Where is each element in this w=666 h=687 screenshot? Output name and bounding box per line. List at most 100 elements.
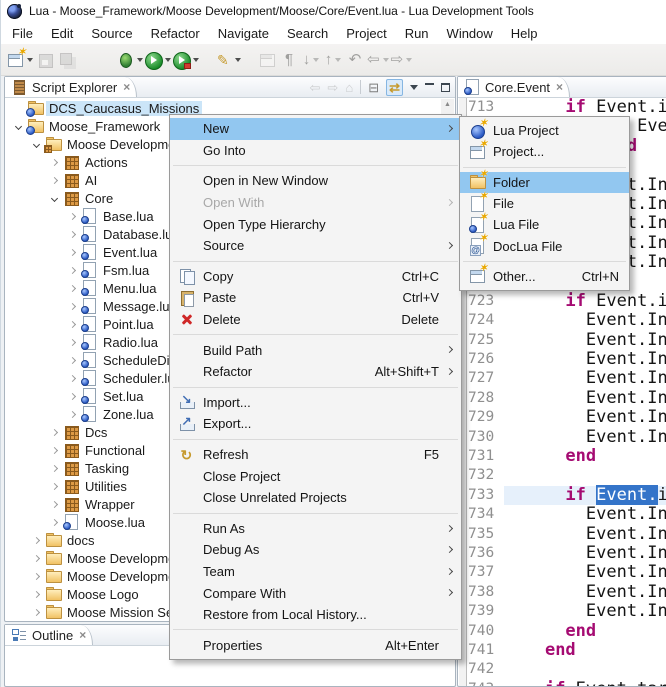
context-menu-item-open-type-hierarchy[interactable]: Open Type Hierarchy xyxy=(170,213,461,235)
expander-collapsed-icon[interactable] xyxy=(46,448,63,453)
context-menu-item-new[interactable]: New xyxy=(170,118,461,140)
forward-arrow-icon[interactable]: ⇨ xyxy=(327,81,338,94)
close-icon[interactable]: × xyxy=(123,80,130,94)
expander-expanded-icon[interactable] xyxy=(28,142,45,147)
code-line[interactable]: 730 Event.IniCategory = Event.IniDCSUnit… xyxy=(468,428,666,447)
menubar-item-file[interactable]: File xyxy=(3,24,42,43)
expander-collapsed-icon[interactable] xyxy=(64,322,81,327)
context-menu-item-import[interactable]: Import... xyxy=(170,392,461,414)
new-submenu-item-file[interactable]: File xyxy=(460,193,629,214)
close-icon[interactable]: × xyxy=(79,628,86,642)
context-menu-item-close-unrelated-projects[interactable]: Close Unrelated Projects xyxy=(170,487,461,509)
context-menu-item-build-path[interactable]: Build Path xyxy=(170,339,461,361)
expander-collapsed-icon[interactable] xyxy=(64,250,81,255)
back-button[interactable]: ⇦ xyxy=(367,48,389,72)
code-line[interactable]: 735 Event.IniDCSGroup = Event.IniDCSUnit… xyxy=(468,525,666,544)
expander-collapsed-icon[interactable] xyxy=(46,502,63,507)
code-line[interactable]: 739 Event.IniCoalition = Event.IniDCSUni… xyxy=(468,602,666,621)
previous-annotation-button[interactable]: ↑ xyxy=(323,48,343,72)
expander-collapsed-icon[interactable] xyxy=(46,484,63,489)
code-line[interactable]: 729 Event.IniCoalition = Event.IniDCSUni… xyxy=(468,408,666,427)
tab-script-explorer[interactable]: Script Explorer × xyxy=(5,77,137,97)
expander-collapsed-icon[interactable] xyxy=(64,412,81,417)
debug-button[interactable] xyxy=(117,48,143,72)
context-menu-item-paste[interactable]: PasteCtrl+V xyxy=(170,287,461,309)
new-wizard-button[interactable] xyxy=(7,48,33,72)
save-button[interactable] xyxy=(35,48,55,72)
expander-collapsed-icon[interactable] xyxy=(28,538,45,543)
expander-collapsed-icon[interactable] xyxy=(64,394,81,399)
maximize-icon[interactable] xyxy=(441,83,450,92)
expander-collapsed-icon[interactable] xyxy=(28,556,45,561)
code-line[interactable]: 732 xyxy=(468,466,666,485)
expander-collapsed-icon[interactable] xyxy=(64,358,81,363)
scroll-up-icon[interactable]: ▲ xyxy=(441,99,454,108)
context-menu-item-delete[interactable]: DeleteDelete xyxy=(170,309,461,331)
menubar-item-window[interactable]: Window xyxy=(438,24,502,43)
expander-collapsed-icon[interactable] xyxy=(46,520,63,525)
menubar-item-run[interactable]: Run xyxy=(396,24,438,43)
expander-collapsed-icon[interactable] xyxy=(46,430,63,435)
code-line[interactable]: 724 Event.IniDCSUnit = Event.initiator xyxy=(468,311,666,330)
back-arrow-icon[interactable]: ⇦ xyxy=(310,81,321,94)
context-menu-item-refactor[interactable]: RefactorAlt+Shift+T xyxy=(170,361,461,383)
expander-collapsed-icon[interactable] xyxy=(46,466,63,471)
context-menu-item-properties[interactable]: PropertiesAlt+Enter xyxy=(170,634,461,656)
save-all-button[interactable] xyxy=(57,48,77,72)
context-menu-item-restore-from-local-history[interactable]: Restore from Local History... xyxy=(170,604,461,626)
code-line[interactable]: 742 xyxy=(468,660,666,679)
forward-button[interactable]: ⇨ xyxy=(391,48,413,72)
link-with-editor-icon[interactable]: ⇄ xyxy=(386,79,403,96)
annotate-button[interactable] xyxy=(215,48,241,72)
menubar-item-source[interactable]: Source xyxy=(82,24,141,43)
tab-outline[interactable]: Outline × xyxy=(5,625,93,645)
code-line[interactable]: 740 end xyxy=(468,622,666,641)
expander-expanded-icon[interactable] xyxy=(46,196,63,201)
new-submenu-item-folder[interactable]: Folder xyxy=(460,172,629,193)
code-line[interactable]: 723 if Event.initiator then xyxy=(468,292,666,311)
code-line[interactable]: 741 end xyxy=(468,641,666,660)
minimize-icon[interactable] xyxy=(425,83,434,92)
last-edit-location-button[interactable]: ↶ xyxy=(345,48,365,72)
code-line[interactable]: 728 Event.IniUnit = UNIT:FindByName( Eve… xyxy=(468,389,666,408)
expander-collapsed-icon[interactable] xyxy=(64,376,81,381)
code-line[interactable]: 743 if Event.target then xyxy=(468,680,666,686)
expander-expanded-icon[interactable] xyxy=(10,124,27,129)
open-element-button[interactable] xyxy=(257,48,277,72)
context-menu-item-debug-as[interactable]: Debug As xyxy=(170,539,461,561)
context-menu-item-open-in-new-window[interactable]: Open in New Window xyxy=(170,170,461,192)
context-menu-item-copy[interactable]: CopyCtrl+C xyxy=(170,266,461,288)
close-icon[interactable]: × xyxy=(556,80,563,94)
code-line[interactable]: 726 Event.IniDCSUnitName = Event.IniDCSU… xyxy=(468,350,666,369)
context-menu-item-refresh[interactable]: RefreshF5 xyxy=(170,444,461,466)
context-menu-item-open-with[interactable]: Open With xyxy=(170,192,461,214)
expander-collapsed-icon[interactable] xyxy=(64,286,81,291)
next-annotation-button[interactable]: ↓ xyxy=(301,48,321,72)
new-submenu-item-other[interactable]: Other...Ctrl+N xyxy=(460,266,629,287)
tab-core-event[interactable]: Core.Event × xyxy=(458,77,570,97)
expander-collapsed-icon[interactable] xyxy=(64,232,81,237)
menubar-item-help[interactable]: Help xyxy=(502,24,547,43)
code-line[interactable]: 727 Event.IniUnitName = Event.IniDCSUnit… xyxy=(468,369,666,388)
context-menu-item-close-project[interactable]: Close Project xyxy=(170,465,461,487)
code-line[interactable]: 737 Event.IniUnitName = Event.IniDCSUnit… xyxy=(468,563,666,582)
context-menu-item-export[interactable]: Export... xyxy=(170,413,461,435)
expander-collapsed-icon[interactable] xyxy=(64,304,81,309)
up-icon[interactable]: ⌂ xyxy=(345,81,353,94)
code-line[interactable]: 738 Event.IniUnit = UNIT:FindByName( Eve… xyxy=(468,583,666,602)
code-line[interactable]: 725 Event.IniDCSGroup = Event.IniDCSUnit… xyxy=(468,331,666,350)
view-menu-icon[interactable] xyxy=(410,85,418,90)
run-button[interactable] xyxy=(145,48,171,72)
show-whitespace-button[interactable]: ¶ xyxy=(279,48,299,72)
code-line[interactable]: 713 if Event.initiator then xyxy=(468,98,666,117)
expander-collapsed-icon[interactable] xyxy=(46,178,63,183)
code-line[interactable]: 734 Event.IniDCSUnit = Event.initiator xyxy=(468,505,666,524)
collapse-all-icon[interactable]: ⊟ xyxy=(368,81,379,94)
expander-collapsed-icon[interactable] xyxy=(46,160,63,165)
context-menu-item-compare-with[interactable]: Compare With xyxy=(170,582,461,604)
menubar-item-search[interactable]: Search xyxy=(278,24,337,43)
run-external-button[interactable] xyxy=(173,48,199,72)
context-menu-item-go-into[interactable]: Go Into xyxy=(170,140,461,162)
new-submenu-item-project[interactable]: Project... xyxy=(460,141,629,162)
expander-collapsed-icon[interactable] xyxy=(64,268,81,273)
